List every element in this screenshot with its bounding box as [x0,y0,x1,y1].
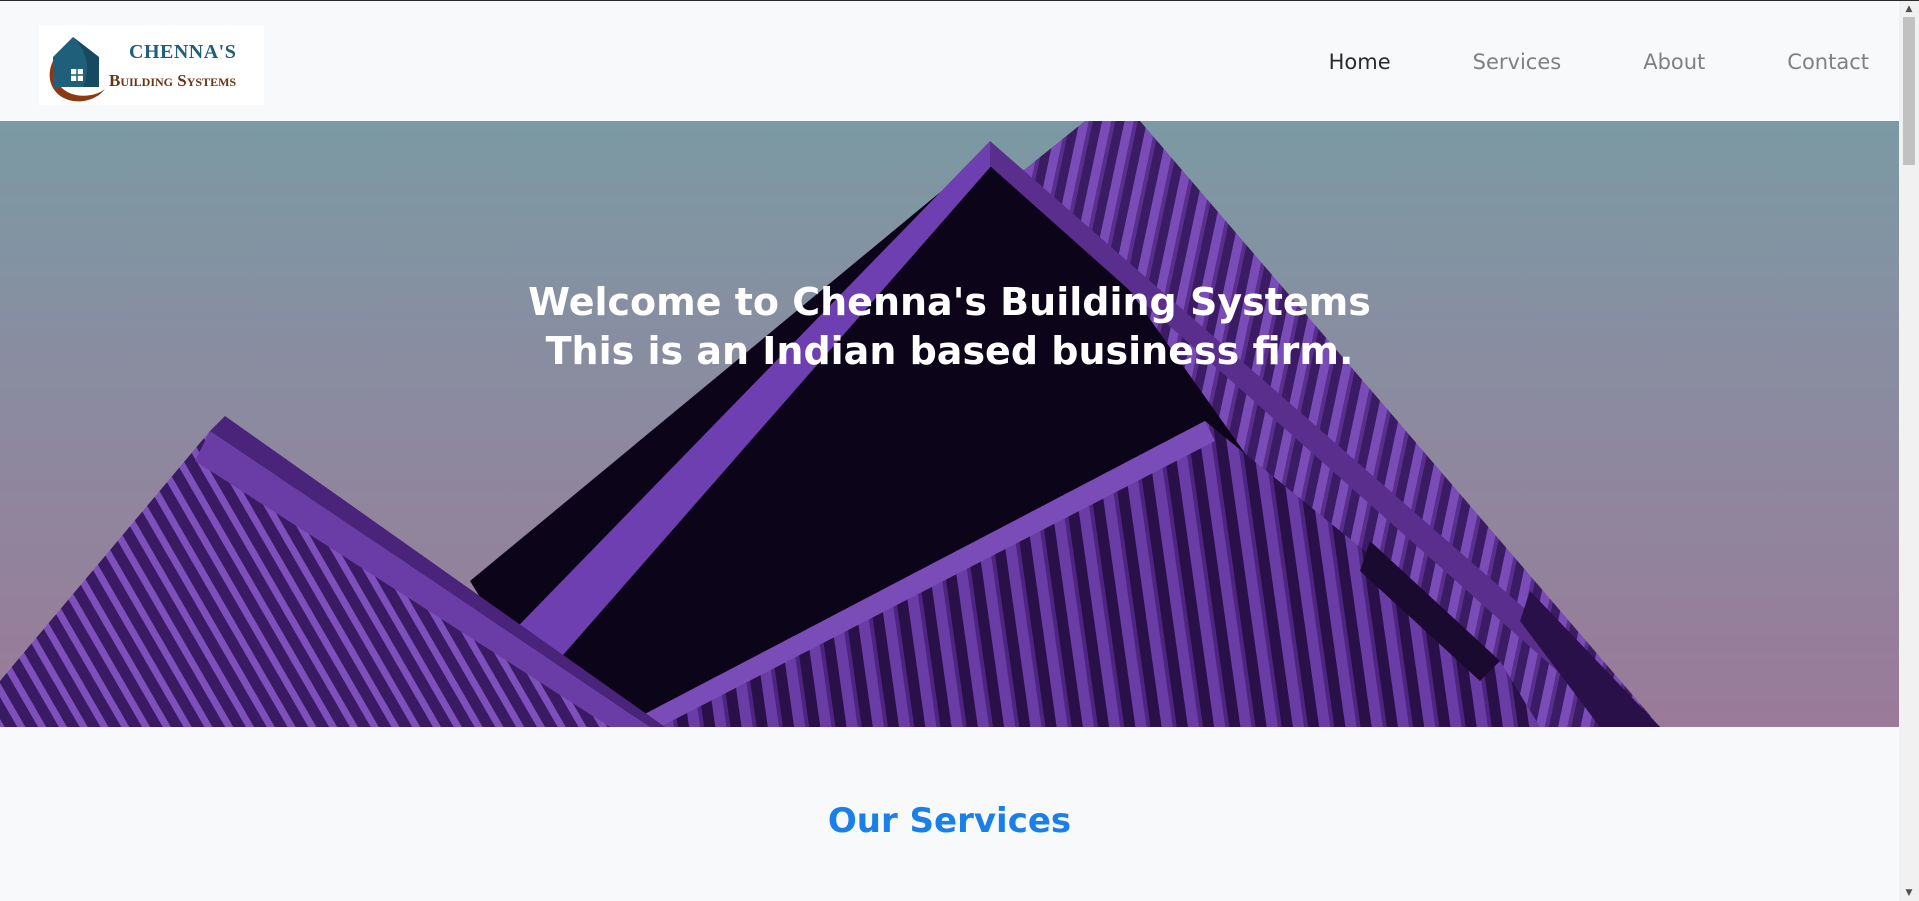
navbar: CHENNA'S Building Systems Home Services … [0,1,1899,121]
arrow-up-icon[interactable]: ▲ [1899,1,1919,17]
hero-banner: Welcome to Chenna's Building Systems Thi… [0,121,1899,727]
hero-subtitle: This is an Indian based business firm. [545,329,1354,373]
house-logo-icon [49,37,105,102]
main-nav: Home Services About Contact [1247,50,1869,74]
nav-link-contact[interactable]: Contact [1787,50,1869,74]
arrow-down-icon[interactable]: ▼ [1899,885,1919,901]
brand-name-line1: CHENNA'S [129,41,237,63]
brand-name-line2: Building Systems [109,71,237,90]
nav-link-services[interactable]: Services [1473,50,1562,74]
vertical-scrollbar[interactable]: ▲ ▼ [1899,1,1919,901]
hero-heading: Welcome to Chenna's Building Systems Thi… [0,278,1899,376]
brand-logo[interactable]: CHENNA'S Building Systems [39,25,264,105]
scrollbar-thumb[interactable] [1903,17,1915,165]
nav-link-home[interactable]: Home [1329,50,1391,74]
nav-link-about[interactable]: About [1643,50,1705,74]
services-heading: Our Services [827,801,1072,841]
hero-title: Welcome to Chenna's Building Systems [528,280,1371,324]
viewport: CHENNA'S Building Systems Home Services … [0,1,1899,901]
hero-building-image [0,121,1660,727]
page: CHENNA'S Building Systems Home Services … [0,0,1919,901]
